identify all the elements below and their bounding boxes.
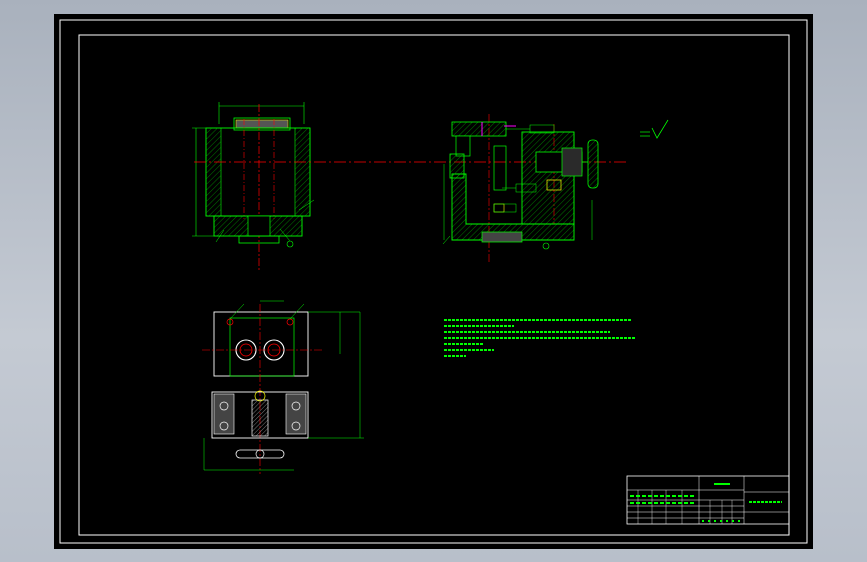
drawing-canvas xyxy=(59,19,808,544)
outer-frame xyxy=(59,19,808,544)
top-view xyxy=(202,300,364,474)
title-block xyxy=(626,475,790,525)
front-view xyxy=(192,102,315,272)
side-view xyxy=(442,114,599,264)
surface-finish-symbol xyxy=(640,119,669,139)
drawing-sheet xyxy=(54,14,813,549)
cad-viewer[interactable] xyxy=(0,0,867,562)
technical-notes xyxy=(444,319,636,357)
inner-frame xyxy=(78,34,790,536)
